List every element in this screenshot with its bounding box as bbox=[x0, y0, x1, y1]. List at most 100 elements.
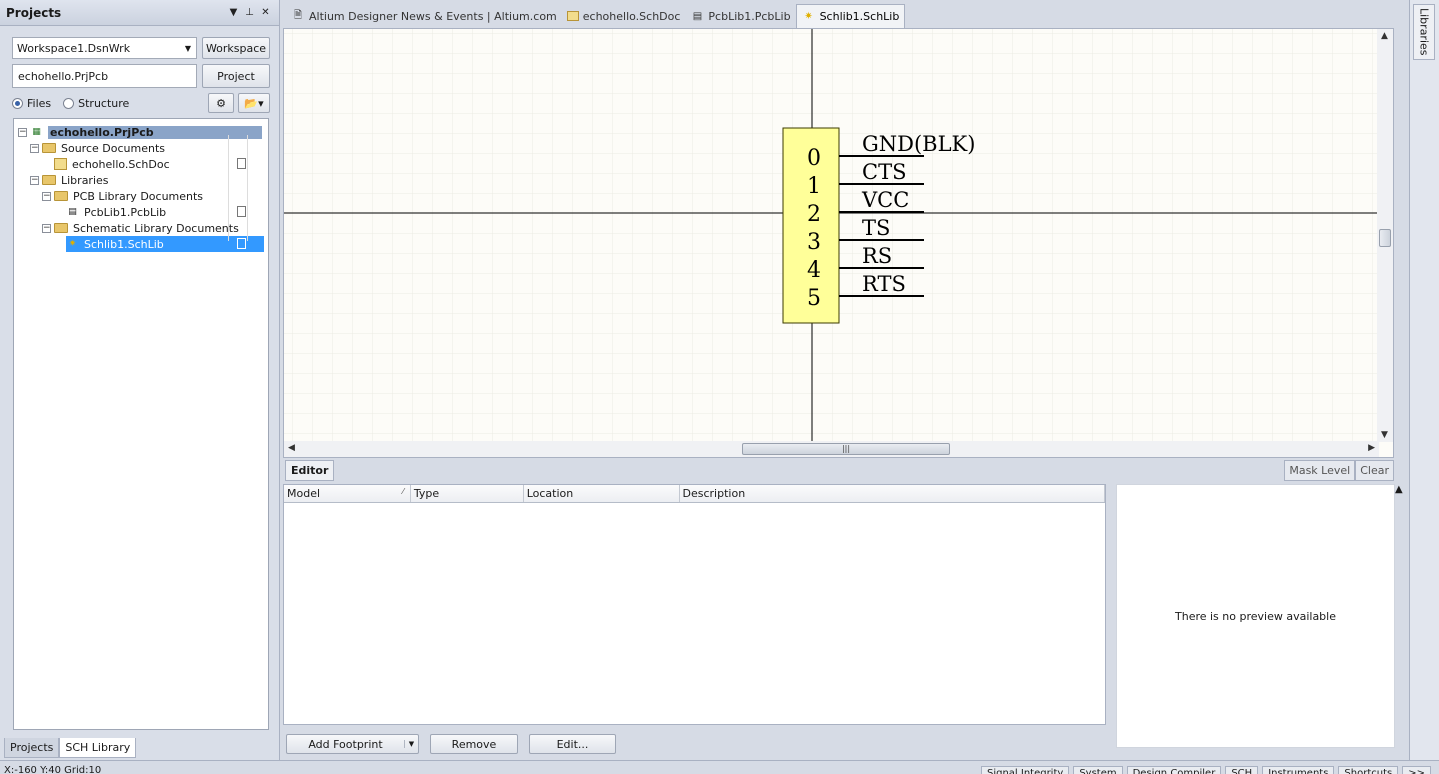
schdoc-icon bbox=[54, 158, 67, 170]
globe-icon: 🗎 bbox=[293, 9, 303, 21]
document-tabs: 🗎 Altium Designer News & Events | Altium… bbox=[282, 0, 1409, 28]
more-icon[interactable]: >> bbox=[1402, 766, 1431, 774]
panel-menu-icon[interactable]: ▼ bbox=[226, 7, 241, 18]
workspace-dropdown[interactable]: Workspace1.DsnWrk ▼ bbox=[12, 37, 197, 59]
tab-schdoc[interactable]: echohello.SchDoc bbox=[562, 4, 686, 28]
pin-number: 2 bbox=[807, 202, 821, 227]
tree-item-libraries[interactable]: − Libraries bbox=[30, 172, 268, 188]
tab-label: echohello.SchDoc bbox=[582, 9, 681, 23]
tab-altium-news[interactable]: 🗎 Altium Designer News & Events | Altium… bbox=[286, 4, 562, 28]
tab-label: Altium Designer News & Events | Altium.c… bbox=[309, 9, 557, 23]
scroll-left-icon[interactable]: ◀ bbox=[288, 443, 295, 453]
view-mode-row: Files Structure ⚙ 📂▾ bbox=[12, 93, 270, 113]
tab-sch-library[interactable]: SCH Library bbox=[59, 738, 137, 758]
edit-button[interactable]: Edit... bbox=[529, 734, 616, 754]
horizontal-scrollbar[interactable]: ◀ ||| ▶ bbox=[284, 441, 1379, 457]
workspace-button[interactable]: Workspace bbox=[202, 37, 270, 59]
pin-name: RTS bbox=[862, 272, 906, 296]
remove-button[interactable]: Remove bbox=[430, 734, 518, 754]
chevron-down-icon: ▼ bbox=[184, 43, 192, 53]
chevron-down-icon[interactable]: ▼ bbox=[404, 740, 418, 748]
project-row: echohello.PrjPcb Project bbox=[12, 64, 270, 88]
tab-editor[interactable]: Editor bbox=[285, 460, 335, 481]
collapse-icon[interactable]: − bbox=[42, 223, 51, 233]
model-buttons: Add Footprint ▼ Remove Edit... bbox=[286, 734, 616, 755]
column-type[interactable]: Type bbox=[411, 485, 524, 502]
pin-icon[interactable]: ⊥ bbox=[242, 7, 257, 18]
tree-item-root[interactable]: − ▦ echohello.PrjPcb bbox=[18, 124, 268, 140]
collapse-preview-icon[interactable]: ▲ bbox=[1395, 484, 1403, 495]
tree-label: Schlib1.SchLib bbox=[84, 237, 164, 251]
tab-label: PcbLib1.PcbLib bbox=[708, 9, 791, 23]
tab-projects[interactable]: Projects bbox=[4, 738, 60, 758]
schlib-icon: ✷ bbox=[804, 11, 813, 22]
vertical-scroll-thumb[interactable] bbox=[1379, 229, 1391, 247]
project-icon: ▦ bbox=[32, 127, 41, 137]
folder-icon bbox=[42, 175, 56, 185]
tree-item-pcb-library-documents[interactable]: − PCB Library Documents bbox=[42, 188, 268, 204]
open-document-icon[interactable]: 📂▾ bbox=[238, 93, 270, 113]
footprint-preview: There is no preview available bbox=[1116, 484, 1395, 748]
collapse-icon[interactable]: − bbox=[18, 127, 27, 137]
folder-icon bbox=[42, 143, 56, 153]
libraries-side-tab[interactable]: Libraries bbox=[1413, 4, 1435, 60]
tab-pcblib[interactable]: ▤ PcbLib1.PcbLib bbox=[685, 4, 795, 28]
collapse-icon[interactable]: − bbox=[30, 143, 39, 153]
status-tab-design-compiler[interactable]: Design Compiler bbox=[1126, 766, 1222, 774]
editor-bar: Editor Mask Level Clear bbox=[283, 459, 1394, 481]
right-rail: Libraries bbox=[1409, 0, 1439, 760]
column-description[interactable]: Description bbox=[680, 485, 1105, 502]
document-icon bbox=[237, 206, 246, 217]
tree-item-schematic-library-documents[interactable]: − Schematic Library Documents bbox=[42, 220, 268, 236]
files-label: Files bbox=[27, 96, 52, 110]
schematic-drawing[interactable]: 0 GND(BLK) 1 CTS 2 VCC 3 TS 4 RS 5 RTS bbox=[284, 29, 1379, 442]
workspace-row: Workspace1.DsnWrk ▼ Workspace bbox=[12, 37, 270, 59]
pin-name: TS bbox=[862, 216, 890, 240]
tree-label: Libraries bbox=[61, 173, 109, 187]
sort-icon: ⁄ bbox=[402, 487, 404, 496]
project-button[interactable]: Project bbox=[202, 64, 270, 88]
scroll-right-icon[interactable]: ▶ bbox=[1368, 443, 1375, 453]
workspace-value: Workspace1.DsnWrk bbox=[17, 41, 131, 55]
collapse-icon[interactable]: − bbox=[42, 191, 51, 201]
status-tab-system[interactable]: System bbox=[1073, 766, 1123, 774]
tree-label: echohello.SchDoc bbox=[72, 157, 170, 171]
horizontal-scroll-thumb[interactable]: ||| bbox=[742, 443, 950, 455]
folder-icon bbox=[54, 191, 68, 201]
clear-button[interactable]: Clear bbox=[1355, 460, 1394, 481]
tree-item-schdoc[interactable]: echohello.SchDoc bbox=[54, 156, 268, 172]
tab-schlib[interactable]: ✷ Schlib1.SchLib bbox=[795, 4, 906, 28]
column-model-label: Model bbox=[287, 487, 321, 500]
tree-label: Schematic Library Documents bbox=[73, 221, 239, 235]
pin-number: 1 bbox=[807, 174, 821, 199]
structure-label: Structure bbox=[78, 96, 130, 110]
status-tabs: Signal Integrity System Design Compiler … bbox=[977, 766, 1431, 774]
close-icon[interactable]: ✕ bbox=[258, 7, 273, 18]
scroll-up-icon[interactable]: ▲ bbox=[1381, 31, 1388, 41]
structure-radio[interactable] bbox=[63, 97, 75, 109]
column-model[interactable]: Model ⁄ bbox=[284, 485, 411, 502]
project-field[interactable]: echohello.PrjPcb bbox=[12, 64, 197, 88]
mask-controls: Mask Level Clear bbox=[1284, 460, 1394, 481]
vertical-scrollbar[interactable]: ▲ ▼ bbox=[1377, 29, 1393, 442]
tree-item-source-documents[interactable]: − Source Documents bbox=[30, 140, 268, 156]
status-bar: X:-160 Y:40 Grid:10 Signal Integrity Sys… bbox=[0, 760, 1439, 774]
status-tab-sch[interactable]: SCH bbox=[1225, 766, 1259, 774]
status-tab-shortcuts[interactable]: Shortcuts bbox=[1338, 766, 1399, 774]
files-radio[interactable] bbox=[12, 97, 23, 109]
compile-icon[interactable]: ⚙ bbox=[208, 93, 234, 113]
status-tab-instruments[interactable]: Instruments bbox=[1262, 766, 1335, 774]
pin-number: 5 bbox=[807, 286, 821, 311]
mask-level-button[interactable]: Mask Level bbox=[1284, 460, 1356, 481]
tree-item-schlib[interactable]: ✷ Schlib1.SchLib bbox=[66, 236, 264, 252]
schematic-canvas[interactable]: 0 GND(BLK) 1 CTS 2 VCC 3 TS 4 RS 5 RTS ▲ ▼ ◀ ||| ▶ bbox=[283, 28, 1394, 458]
tree-column-divider bbox=[228, 135, 229, 241]
pin-number: 4 bbox=[807, 258, 821, 283]
collapse-icon[interactable]: − bbox=[30, 175, 39, 185]
projects-panel-header: Projects ▼ ⊥ ✕ bbox=[0, 0, 279, 26]
add-footprint-button[interactable]: Add Footprint ▼ bbox=[286, 734, 419, 754]
column-location[interactable]: Location bbox=[524, 485, 680, 502]
schlib-icon: ✷ bbox=[68, 239, 77, 249]
scroll-down-icon[interactable]: ▼ bbox=[1381, 430, 1388, 440]
status-tab-signal-integrity[interactable]: Signal Integrity bbox=[980, 766, 1070, 774]
